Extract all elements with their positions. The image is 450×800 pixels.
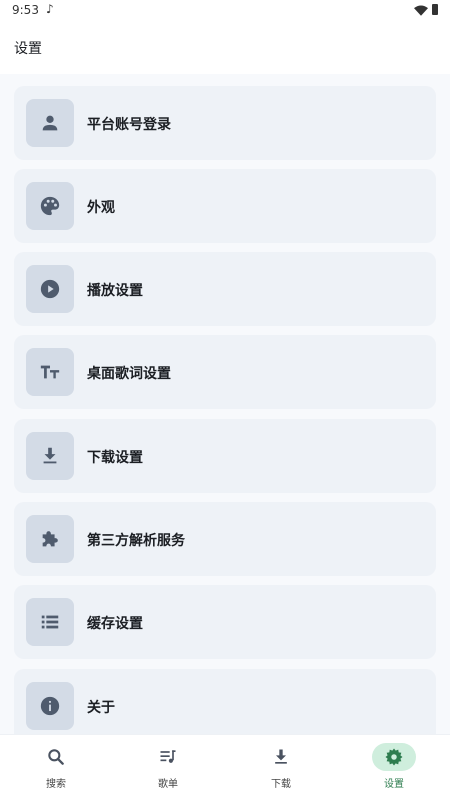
nav-label: 下载 xyxy=(271,779,291,790)
list-icon xyxy=(26,598,74,646)
settings-item-label: 平台账号登录 xyxy=(87,117,171,133)
nav-item-playlist[interactable]: 歌单 xyxy=(112,735,224,800)
settings-item-playback[interactable]: 播放设置 xyxy=(14,252,436,326)
text-size-icon xyxy=(26,348,74,396)
gear-icon xyxy=(372,743,416,771)
settings-item-label: 外观 xyxy=(87,200,115,216)
settings-item-about[interactable]: 关于 xyxy=(14,669,436,734)
settings-item-label: 下载设置 xyxy=(87,450,143,466)
settings-item-label: 缓存设置 xyxy=(87,616,143,632)
puzzle-icon xyxy=(26,515,74,563)
nav-item-search[interactable]: 搜索 xyxy=(0,735,112,800)
person-icon xyxy=(26,99,74,147)
settings-item-account-login[interactable]: 平台账号登录 xyxy=(14,86,436,160)
nav-item-download[interactable]: 下载 xyxy=(225,735,337,800)
nav-item-settings[interactable]: 设置 xyxy=(338,735,450,800)
download-icon xyxy=(259,743,303,771)
playlist-icon xyxy=(146,743,190,771)
search-icon xyxy=(34,743,78,771)
bottom-navigation: 搜索 歌单 下载 设置 xyxy=(0,734,450,800)
status-time: 9:53 xyxy=(12,3,39,17)
music-note-icon: ♪ xyxy=(46,2,54,16)
palette-icon xyxy=(26,182,74,230)
settings-item-appearance[interactable]: 外观 xyxy=(14,169,436,243)
settings-item-cache[interactable]: 缓存设置 xyxy=(14,585,436,659)
play-circle-icon xyxy=(26,265,74,313)
nav-label: 搜索 xyxy=(46,779,66,790)
download-icon xyxy=(26,432,74,480)
settings-item-label: 桌面歌词设置 xyxy=(87,366,171,382)
nav-label: 歌单 xyxy=(158,779,178,790)
nav-label: 设置 xyxy=(384,779,404,790)
app-bar: 设置 xyxy=(0,22,450,74)
settings-item-label: 播放设置 xyxy=(87,283,143,299)
page-title: 设置 xyxy=(14,41,42,57)
settings-item-label: 第三方解析服务 xyxy=(87,533,185,549)
info-icon xyxy=(26,682,74,730)
settings-list[interactable]: 平台账号登录 外观 播放设置 桌面歌词设置 下载设置 第三方解析服务 缓存设置 … xyxy=(0,74,450,734)
settings-item-label: 关于 xyxy=(87,700,115,716)
settings-item-third-party-parser[interactable]: 第三方解析服务 xyxy=(14,502,436,576)
settings-item-download[interactable]: 下载设置 xyxy=(14,419,436,493)
settings-item-desktop-lyrics[interactable]: 桌面歌词设置 xyxy=(14,335,436,409)
status-bar: 9:53 ♪ xyxy=(0,0,450,22)
wifi-icon xyxy=(414,5,428,16)
battery-icon xyxy=(432,4,438,15)
